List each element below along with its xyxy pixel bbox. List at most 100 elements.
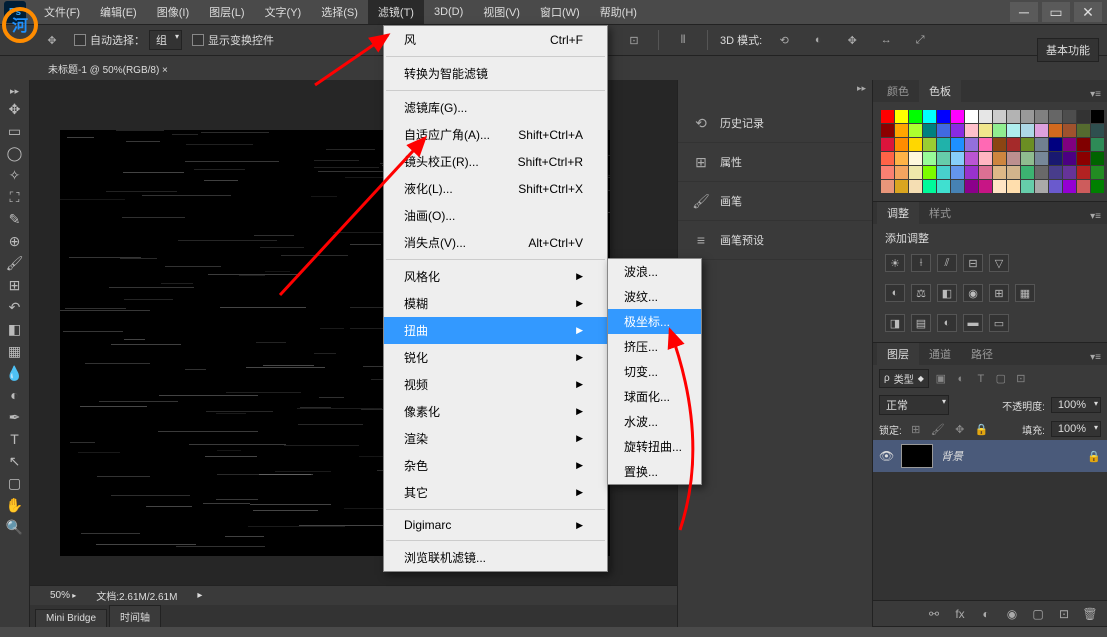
submenu-item[interactable]: 极坐标... xyxy=(608,309,701,334)
submenu-item[interactable]: 波纹... xyxy=(608,284,701,309)
color-swatch[interactable] xyxy=(1091,166,1104,179)
color-swatch[interactable] xyxy=(1007,166,1020,179)
color-swatch[interactable] xyxy=(1063,124,1076,137)
filter-adjustment-icon[interactable]: ◐ xyxy=(953,371,969,387)
color-swatch[interactable] xyxy=(937,138,950,151)
color-swatch[interactable] xyxy=(923,138,936,151)
color-swatch[interactable] xyxy=(993,152,1006,165)
panel-brush[interactable]: 🖌 画笔 xyxy=(678,182,872,221)
bw-icon[interactable]: ◧ xyxy=(937,284,957,302)
color-swatch[interactable] xyxy=(1077,138,1090,151)
opacity-input[interactable]: 100% xyxy=(1051,397,1101,413)
move-tool[interactable]: ✥ xyxy=(2,98,28,120)
layer-thumbnail[interactable] xyxy=(901,444,933,468)
color-swatch[interactable] xyxy=(881,124,894,137)
filter-menu-item[interactable]: 模糊▶ xyxy=(384,290,607,317)
color-swatch[interactable] xyxy=(909,124,922,137)
type-tool[interactable]: T xyxy=(2,428,28,450)
color-swatch[interactable] xyxy=(951,152,964,165)
filter-type-icon[interactable]: T xyxy=(973,371,989,387)
color-swatch[interactable] xyxy=(1063,138,1076,151)
color-swatch[interactable] xyxy=(909,166,922,179)
filter-menu-item[interactable]: 渲染▶ xyxy=(384,425,607,452)
layer-name[interactable]: 背景 xyxy=(941,448,1079,464)
filter-menu-item[interactable]: 风Ctrl+F xyxy=(384,26,607,53)
color-swatch[interactable] xyxy=(979,110,992,123)
color-swatch[interactable] xyxy=(881,138,894,151)
layer-filter-dropdown[interactable]: ρ类型◆ xyxy=(879,369,929,388)
color-swatch[interactable] xyxy=(1035,180,1048,193)
exposure-icon[interactable]: ⊟ xyxy=(963,254,983,272)
filter-menu-item[interactable]: 转换为智能滤镜 xyxy=(384,60,607,87)
lock-position-icon[interactable]: ✥ xyxy=(952,421,968,437)
color-swatch[interactable] xyxy=(895,124,908,137)
panel-menu-icon[interactable]: ▾≡ xyxy=(1084,209,1107,224)
workspace-switcher[interactable]: 基本功能 xyxy=(1037,38,1099,62)
color-swatch[interactable] xyxy=(923,152,936,165)
color-swatch[interactable] xyxy=(993,180,1006,193)
color-swatch[interactable] xyxy=(993,124,1006,137)
submenu-item[interactable]: 置换... xyxy=(608,459,701,484)
color-swatch[interactable] xyxy=(895,152,908,165)
lasso-tool[interactable]: ◯ xyxy=(2,142,28,164)
submenu-item[interactable]: 旋转扭曲... xyxy=(608,434,701,459)
submenu-item[interactable]: 球面化... xyxy=(608,384,701,409)
filter-menu-item[interactable]: 镜头校正(R)...Shift+Ctrl+R xyxy=(384,148,607,175)
color-swatch[interactable] xyxy=(895,110,908,123)
filter-menu-item[interactable]: 杂色▶ xyxy=(384,452,607,479)
lock-all-icon[interactable]: 🔒 xyxy=(974,421,990,437)
photo-filter-icon[interactable]: ◉ xyxy=(963,284,983,302)
color-swatch[interactable] xyxy=(923,180,936,193)
color-swatch[interactable] xyxy=(1049,124,1062,137)
tab-timeline[interactable]: 时间轴 xyxy=(109,605,161,627)
submenu-item[interactable]: 切变... xyxy=(608,359,701,384)
curves-icon[interactable]: ⫽ xyxy=(937,254,957,272)
color-swatch[interactable] xyxy=(1077,166,1090,179)
color-swatch[interactable] xyxy=(1007,152,1020,165)
distribute-icon[interactable]: ⫴ xyxy=(671,28,695,52)
brightness-icon[interactable]: ☀ xyxy=(885,254,905,272)
hue-sat-icon[interactable]: ◐ xyxy=(885,284,905,302)
brush-tool[interactable]: 🖌 xyxy=(2,252,28,274)
menu-type[interactable]: 文字(Y) xyxy=(255,0,312,24)
color-swatch[interactable] xyxy=(1091,110,1104,123)
color-swatch[interactable] xyxy=(1021,110,1034,123)
color-swatch[interactable] xyxy=(979,180,992,193)
filter-menu-item[interactable]: 视频▶ xyxy=(384,371,607,398)
panel-menu-icon[interactable]: ▾≡ xyxy=(1084,350,1107,365)
layer-row[interactable]: 👁 背景 🔒 xyxy=(873,440,1107,472)
new-layer-icon[interactable]: ⊡ xyxy=(1055,605,1073,623)
panel-history[interactable]: ⟲ 历史记录 xyxy=(678,104,872,143)
eraser-tool[interactable]: ◧ xyxy=(2,318,28,340)
3d-scale-icon[interactable]: ⤢ xyxy=(908,28,932,52)
color-swatch[interactable] xyxy=(881,180,894,193)
posterize-icon[interactable]: ▤ xyxy=(911,314,931,332)
color-swatch[interactable] xyxy=(1049,166,1062,179)
color-swatch[interactable] xyxy=(1049,138,1062,151)
color-swatch[interactable] xyxy=(951,180,964,193)
color-swatch[interactable] xyxy=(1063,110,1076,123)
channel-mixer-icon[interactable]: ⊞ xyxy=(989,284,1009,302)
tab-swatches[interactable]: 色板 xyxy=(919,80,961,102)
submenu-item[interactable]: 波浪... xyxy=(608,259,701,284)
panel-menu-icon[interactable]: ▾≡ xyxy=(1084,87,1107,102)
color-swatch[interactable] xyxy=(951,166,964,179)
color-swatch[interactable] xyxy=(1021,124,1034,137)
submenu-item[interactable]: 挤压... xyxy=(608,334,701,359)
color-swatch[interactable] xyxy=(1021,166,1034,179)
move-tool-preset-icon[interactable]: ✥ xyxy=(40,28,64,52)
color-swatch[interactable] xyxy=(1021,180,1034,193)
menu-help[interactable]: 帮助(H) xyxy=(590,0,647,24)
blur-tool[interactable]: 💧 xyxy=(2,362,28,384)
menu-filter[interactable]: 滤镜(T) xyxy=(368,0,424,24)
3d-orbit-icon[interactable]: ⟲ xyxy=(772,28,796,52)
color-swatch[interactable] xyxy=(993,166,1006,179)
color-swatch[interactable] xyxy=(1007,138,1020,151)
new-group-icon[interactable]: ▢ xyxy=(1029,605,1047,623)
path-selection-tool[interactable]: ↖ xyxy=(2,450,28,472)
pen-tool[interactable]: ✒ xyxy=(2,406,28,428)
fill-input[interactable]: 100% xyxy=(1051,421,1101,437)
color-swatch[interactable] xyxy=(965,180,978,193)
vibrance-icon[interactable]: ▽ xyxy=(989,254,1009,272)
color-swatch[interactable] xyxy=(923,110,936,123)
